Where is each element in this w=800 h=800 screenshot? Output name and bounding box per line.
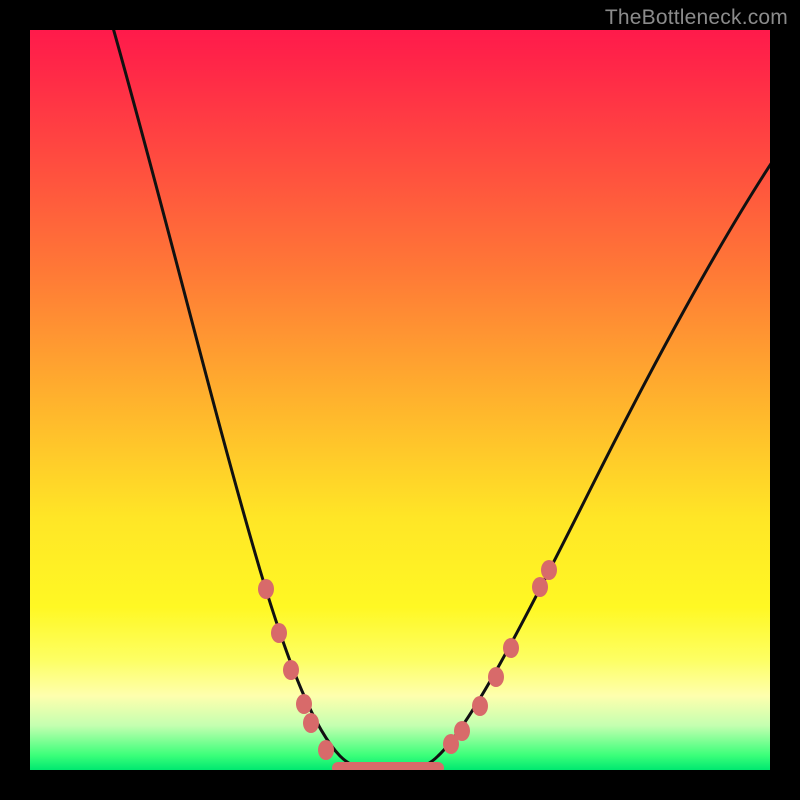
v-curve-line: [108, 30, 770, 768]
curve-marker: [296, 694, 312, 714]
marker-group: [258, 560, 557, 760]
curve-marker: [488, 667, 504, 687]
curve-marker: [503, 638, 519, 658]
curve-marker: [532, 577, 548, 597]
curve-marker: [454, 721, 470, 741]
curve-marker: [318, 740, 334, 760]
curve-marker: [541, 560, 557, 580]
curve-marker: [271, 623, 287, 643]
curve-marker: [472, 696, 488, 716]
curve-marker: [303, 713, 319, 733]
curve-marker: [258, 579, 274, 599]
gradient-plot-area: [30, 30, 770, 770]
watermark-text: TheBottleneck.com: [605, 6, 788, 30]
outer-frame: TheBottleneck.com: [0, 0, 800, 800]
curve-marker: [283, 660, 299, 680]
chart-svg: [30, 30, 770, 770]
